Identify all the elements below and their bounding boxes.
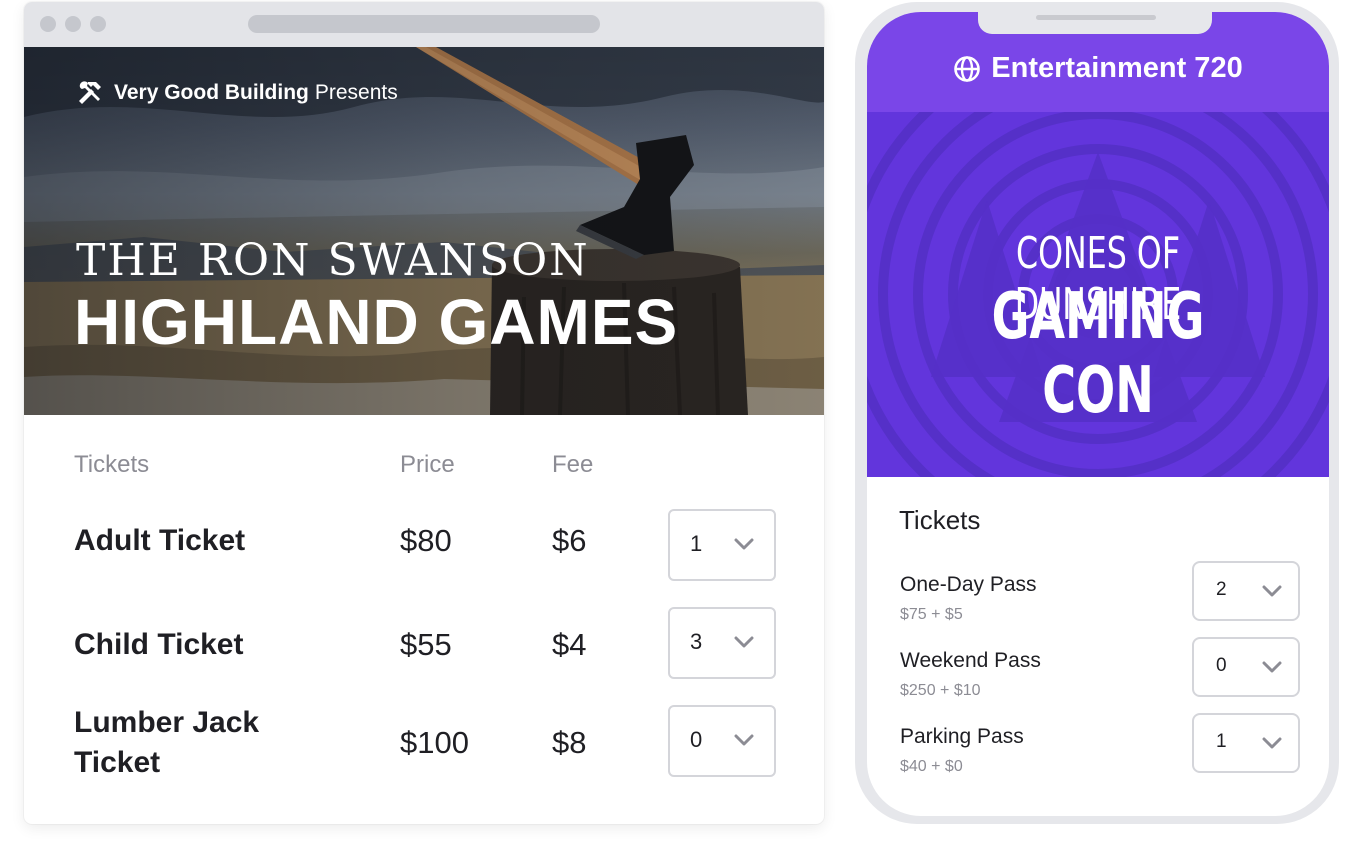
quantity-value: 0 xyxy=(690,727,703,752)
ticket-fee: $4 xyxy=(552,627,587,662)
column-header-tickets: Tickets xyxy=(74,451,150,478)
hammer-wrench-icon xyxy=(79,81,101,104)
ticket-price: $80 xyxy=(400,523,452,558)
chevron-down-icon xyxy=(734,636,754,648)
ticket-price: $100 xyxy=(400,725,469,760)
phone-notch xyxy=(978,12,1212,34)
quantity-select[interactable]: 0 xyxy=(1192,637,1300,697)
pass-price: $250 + $10 xyxy=(900,682,981,699)
presenter-line: Very Good Building Presents xyxy=(76,79,398,107)
ticket-name: Lumber Jack Ticket xyxy=(74,703,259,783)
pass-name: Weekend Pass xyxy=(900,649,1041,672)
organization-name: Very Good Building xyxy=(114,81,309,104)
phone-screen: Entertainment 720 CONES OF DUNSHIRE GAMI… xyxy=(867,12,1329,816)
quantity-value: 1 xyxy=(1216,731,1227,752)
phone-frame: Entertainment 720 CONES OF DUNSHIRE GAMI… xyxy=(855,2,1339,824)
quantity-select[interactable]: 1 xyxy=(1192,713,1300,773)
ticket-name: Adult Ticket xyxy=(74,524,246,557)
event-hero-image: Very Good Building Presents THE RON SWAN… xyxy=(24,47,824,415)
pass-price: $40 + $0 xyxy=(900,758,963,775)
quantity-value: 0 xyxy=(1216,655,1227,676)
event-title: HIGHLAND GAMES xyxy=(74,286,679,358)
quantity-value: 2 xyxy=(1216,579,1227,600)
window-maximize-dot[interactable] xyxy=(90,16,106,32)
pass-price: $75 + $5 xyxy=(900,606,963,623)
pass-name: Parking Pass xyxy=(900,725,1024,748)
presents-label: Presents xyxy=(314,81,398,104)
ticket-price: $55 xyxy=(400,627,452,662)
quantity-value: 3 xyxy=(690,629,703,654)
chevron-down-icon xyxy=(1262,737,1282,749)
globe-icon xyxy=(954,55,981,82)
ticket-name-line: Lumber Jack xyxy=(74,706,260,739)
browser-toolbar xyxy=(24,2,824,47)
column-header-fee: Fee xyxy=(552,451,594,478)
ticket-table: Tickets Price Fee Adult Ticket $80 $6 1 … xyxy=(24,415,824,824)
ticket-fee: $8 xyxy=(552,725,587,760)
pass-name: One-Day Pass xyxy=(900,573,1037,596)
event-subtitle: THE RON SWANSON xyxy=(76,235,590,286)
quantity-select[interactable]: 2 xyxy=(1192,561,1300,621)
list-item: Weekend Pass $250 + $10 0 xyxy=(867,637,1329,721)
window-close-dot[interactable] xyxy=(40,16,56,32)
list-item: Parking Pass $40 + $0 1 xyxy=(867,713,1329,797)
quantity-select[interactable]: 0 xyxy=(668,705,776,777)
chevron-down-icon xyxy=(1262,585,1282,597)
event-promo-banner: CONES OF DUNSHIRE GAMING CON xyxy=(867,112,1329,477)
mobile-ticket-list: Tickets One-Day Pass $75 + $5 2 Weekend … xyxy=(867,477,1329,816)
app-title: Entertainment 720 xyxy=(867,52,1329,85)
ticket-name: Child Ticket xyxy=(74,628,244,661)
address-bar[interactable] xyxy=(248,15,600,33)
phone-speaker xyxy=(1036,15,1156,20)
quantity-select[interactable]: 1 xyxy=(668,509,776,581)
ticket-fee: $6 xyxy=(552,523,587,558)
quantity-select[interactable]: 3 xyxy=(668,607,776,679)
chevron-down-icon xyxy=(734,538,754,550)
event-title: GAMING CON xyxy=(991,280,1205,428)
tickets-heading: Tickets xyxy=(899,505,981,535)
ticket-name-line: Ticket xyxy=(74,746,161,779)
chevron-down-icon xyxy=(734,734,754,746)
browser-window: Very Good Building Presents THE RON SWAN… xyxy=(24,2,824,824)
column-header-price: Price xyxy=(400,451,455,478)
quantity-value: 1 xyxy=(690,531,703,556)
list-item: One-Day Pass $75 + $5 2 xyxy=(867,561,1329,645)
window-minimize-dot[interactable] xyxy=(65,16,81,32)
app-title-text: Entertainment 720 xyxy=(991,52,1243,84)
chevron-down-icon xyxy=(1262,661,1282,673)
